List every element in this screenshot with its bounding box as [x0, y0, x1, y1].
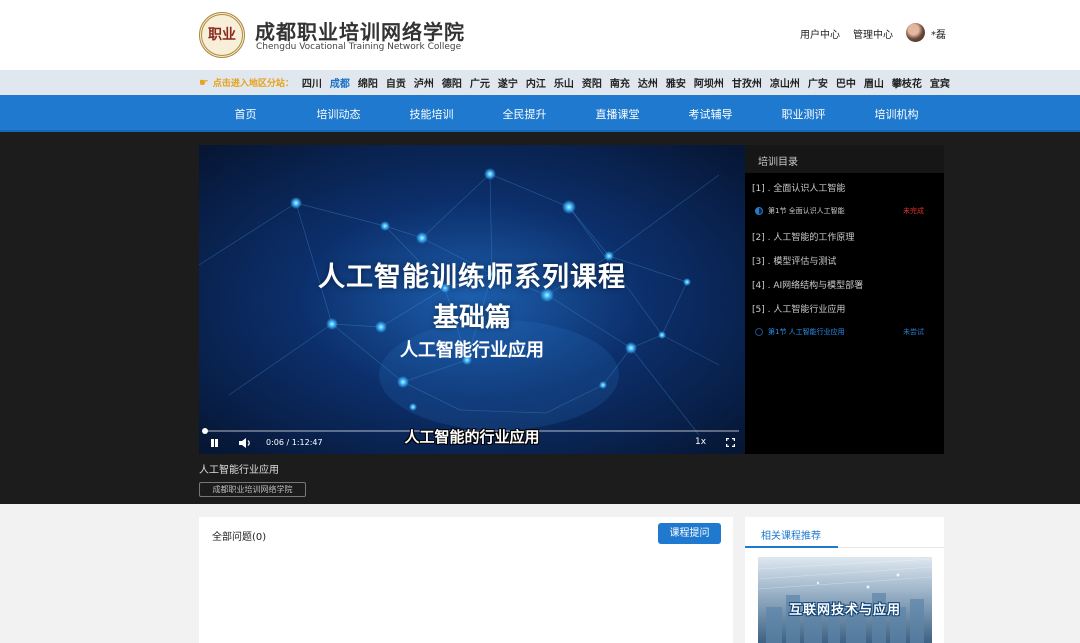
region-item[interactable]: 凉山州	[770, 75, 800, 90]
course-title: 人工智能行业应用	[199, 465, 279, 476]
region-bar: ☛ 点击进入地区分站： 四川 成都 绵阳 自贡 泸州 德阳 广元 遂宁 内江 乐山 资阳 南充 达州 雅安…	[0, 70, 1080, 95]
lesson-progress-icon	[755, 207, 763, 215]
site-header: 职业 成都职业培训网络学院 Chengdu Vocational Trainin…	[0, 0, 1080, 70]
training-catalog: 培训目录 [1] . 全面认识人工智能第1节 全面认识人工智能 未完成 [2] . …	[745, 145, 944, 454]
region-item[interactable]: 泸州	[414, 75, 434, 90]
college-name-cn[interactable]: 成都职业培训网络学院	[255, 16, 465, 45]
lesson-status: 未完成	[903, 207, 924, 215]
region-item[interactable]: 德阳	[442, 75, 462, 90]
region-item[interactable]: 甘孜州	[732, 75, 762, 90]
region-item[interactable]: 广元	[470, 75, 490, 90]
lesson-title: 第1节 全面认识人工智能	[768, 207, 845, 215]
qa-title: 全部问题(0)	[212, 532, 267, 543]
region-item[interactable]: 达州	[638, 75, 658, 90]
region-prompt: 点击进入地区分站：	[212, 79, 294, 89]
nav-item[interactable]: 培训机构	[850, 106, 943, 122]
catalog-chapter[interactable]: [2] . 人工智能的工作原理	[752, 230, 854, 243]
region-item[interactable]: 成都	[330, 75, 350, 90]
catalog-chapter[interactable]: [1] . 全面认识人工智能	[752, 181, 845, 194]
region-item[interactable]: 眉山	[864, 75, 884, 90]
region-item[interactable]: 攀枝花	[892, 75, 922, 90]
video-title-text: 人工智能训练师系列课程	[318, 262, 626, 293]
fullscreen-icon[interactable]	[726, 438, 735, 447]
related-course-title: 互联网技术与应用	[788, 603, 901, 618]
pointing-hand-icon: ☛	[199, 76, 209, 89]
nav-item[interactable]: 直播课堂	[571, 106, 664, 122]
nav-item[interactable]: 考试辅导	[664, 106, 757, 122]
ask-question-button[interactable]: 课程提问	[658, 523, 721, 544]
lesson-title: 第1节 人工智能行业应用	[768, 328, 845, 336]
catalog-lesson[interactable]: 第1节 人工智能行业应用	[755, 327, 845, 337]
catalog-chapter[interactable]: [5] . 人工智能行业应用	[752, 302, 845, 315]
video-subtitle-text: 基础篇	[432, 303, 511, 333]
lesson-status: 未尝试	[903, 328, 924, 336]
main-nav: 首页 培训动态 技能培训 全民提升 直播课堂 考试辅导 职业测评 培训机构	[0, 95, 1080, 132]
related-courses-panel: 相关课程推荐 互联网技术与应用	[745, 517, 944, 643]
qa-panel: 全部问题(0) 课程提问	[199, 517, 733, 643]
related-courses-title: 相关课程推荐	[761, 531, 821, 542]
avatar[interactable]	[906, 23, 925, 42]
username[interactable]: *磊	[931, 26, 946, 41]
region-item[interactable]: 内江	[526, 75, 546, 90]
region-item[interactable]: 广安	[808, 75, 828, 90]
region-item[interactable]: 宜宾	[930, 75, 950, 90]
related-course-thumbnail[interactable]: 互联网技术与应用	[758, 557, 932, 643]
related-courses-tab[interactable]: 相关课程推荐	[745, 517, 838, 548]
region-item[interactable]: 绵阳	[358, 75, 378, 90]
logo-seal-text: 职业	[208, 27, 236, 43]
nav-item[interactable]: 首页	[199, 106, 292, 122]
video-time: 0:06 / 1:12:47	[266, 438, 323, 447]
org-tag[interactable]: 成都职业培训网络学院	[199, 482, 306, 497]
college-name-en: Chengdu Vocational Training Network Coll…	[256, 42, 462, 52]
lesson-progress-icon	[755, 328, 763, 336]
college-logo-seal[interactable]: 职业	[199, 12, 245, 58]
video-player[interactable]: 人工智能训练师系列课程 基础篇 人工智能行业应用 人工智能的行业应用 0:06 …	[199, 145, 745, 454]
admin-center-link[interactable]: 管理中心	[853, 26, 893, 41]
region-item[interactable]: 资阳	[582, 75, 602, 90]
catalog-lesson[interactable]: 第1节 全面认识人工智能	[755, 206, 845, 216]
region-item[interactable]: 自贡	[386, 75, 406, 90]
region-item[interactable]: 阿坝州	[694, 75, 724, 90]
catalog-chapter[interactable]: [4] . AI网络结构与模型部署	[752, 278, 863, 291]
tab-divider	[838, 547, 944, 548]
nav-item[interactable]: 培训动态	[292, 106, 385, 122]
region-item[interactable]: 遂宁	[498, 75, 518, 90]
region-item[interactable]: 乐山	[554, 75, 574, 90]
user-center-link[interactable]: 用户中心	[800, 26, 840, 41]
region-item[interactable]: 雅安	[666, 75, 686, 90]
region-item[interactable]: 巴中	[836, 75, 856, 90]
catalog-chapter[interactable]: [3] . 模型评估与测试	[752, 254, 836, 267]
nav-item[interactable]: 全民提升	[478, 106, 571, 122]
region-item[interactable]: 南充	[610, 75, 630, 90]
region-item[interactable]: 四川	[302, 75, 322, 90]
nav-item[interactable]: 职业测评	[757, 106, 850, 122]
nav-item[interactable]: 技能培训	[385, 106, 478, 122]
catalog-header: 培训目录	[745, 145, 944, 173]
volume-icon[interactable]	[238, 437, 252, 449]
playback-speed-button[interactable]: 1x	[695, 437, 706, 447]
catalog-title: 培训目录	[758, 157, 798, 168]
pause-icon[interactable]	[210, 438, 220, 448]
video-topic-text: 人工智能行业应用	[400, 340, 544, 361]
